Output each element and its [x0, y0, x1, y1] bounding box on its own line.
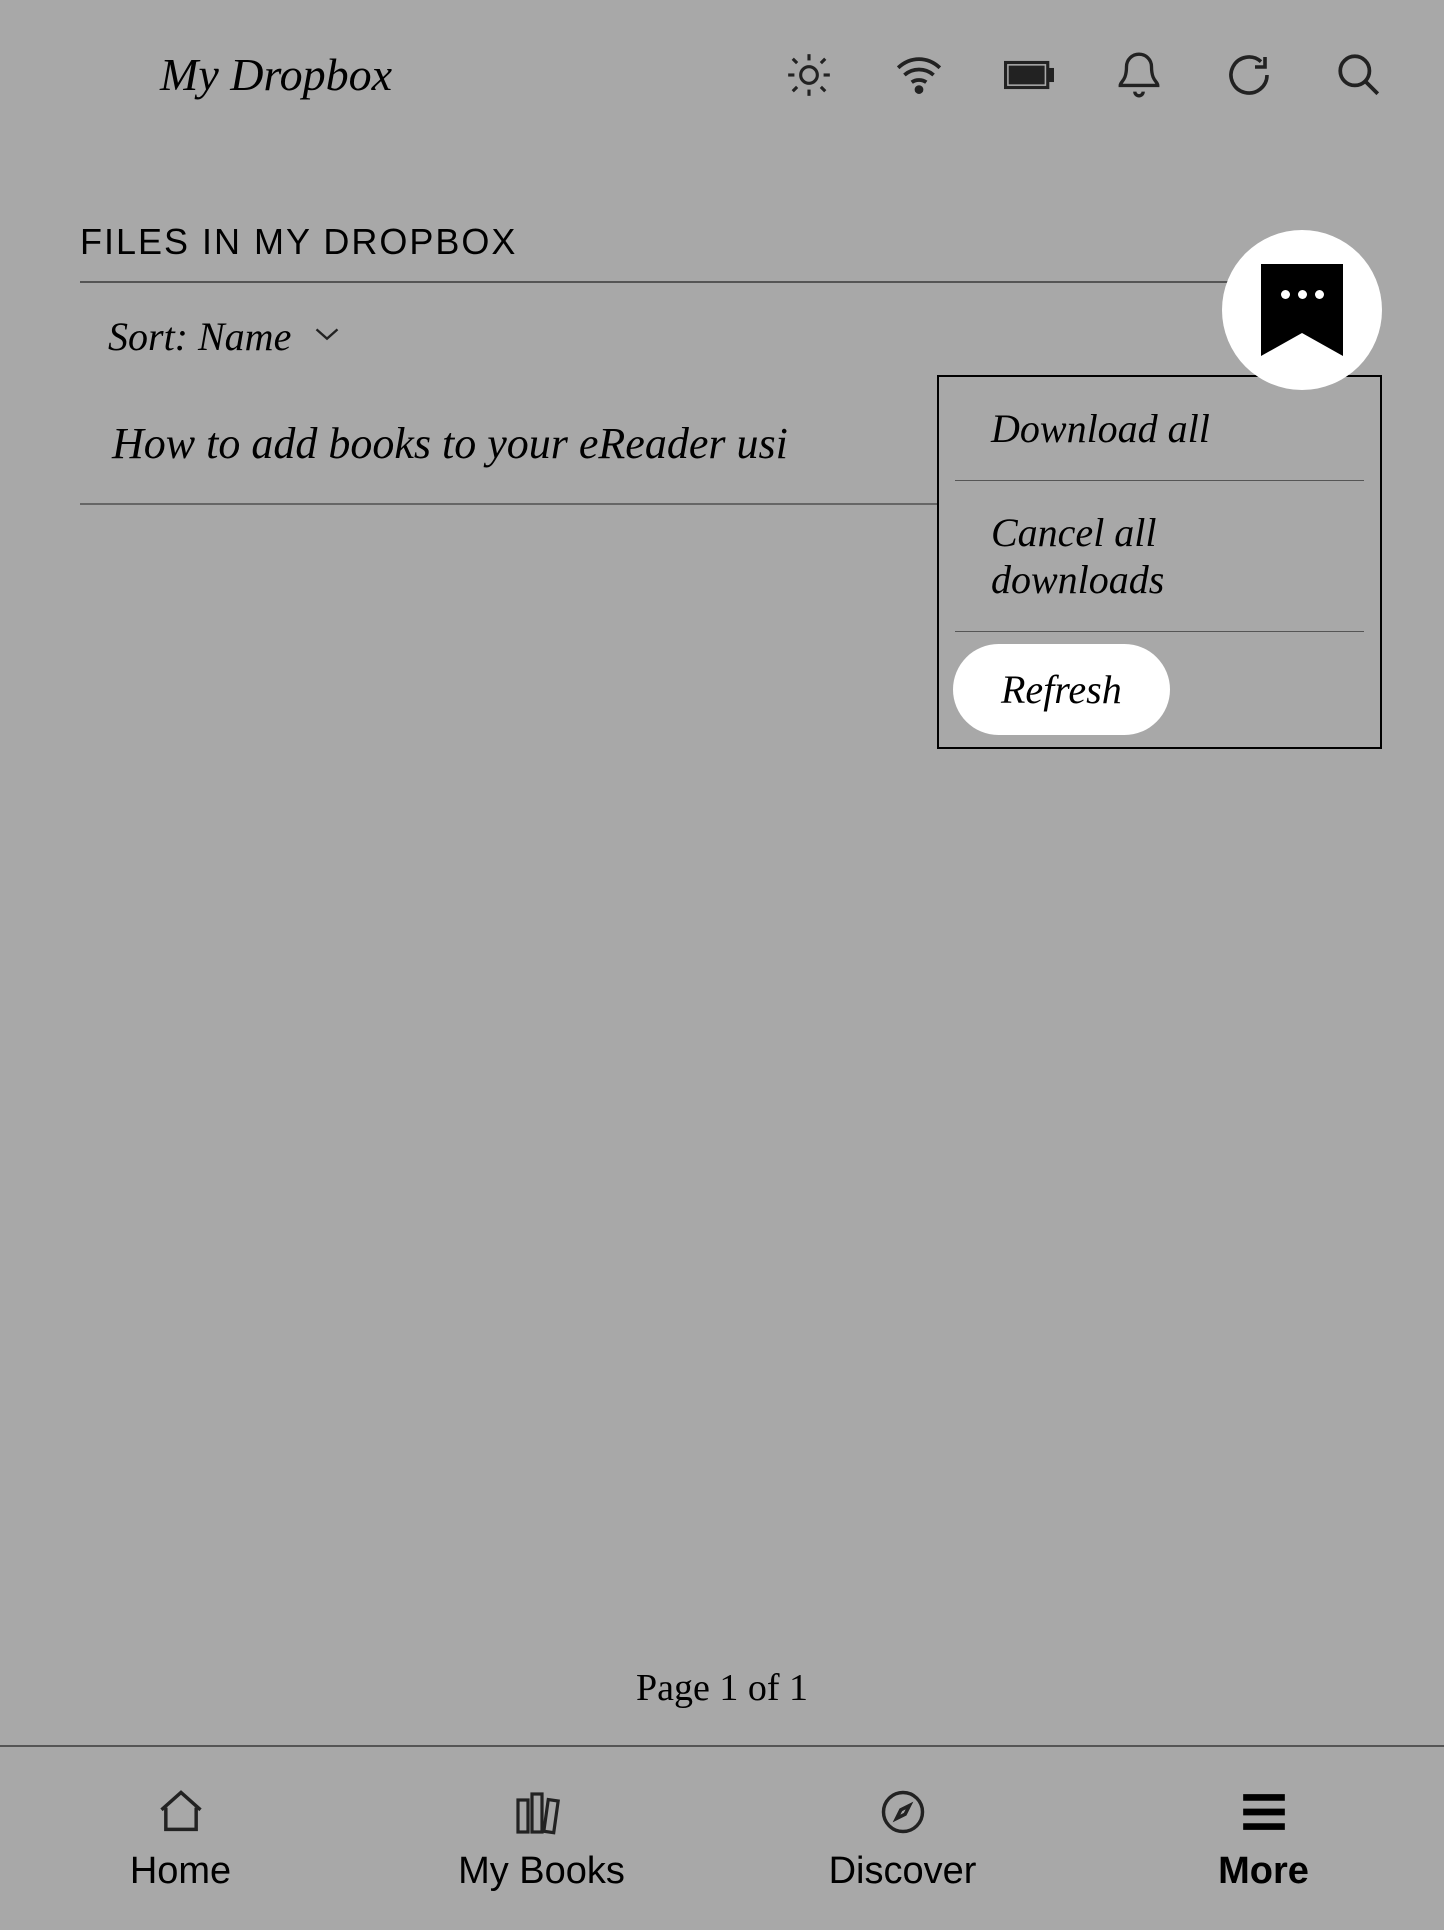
search-icon[interactable]: [1334, 50, 1384, 100]
pagination-label: Page 1 of 1: [0, 1666, 1444, 1710]
sync-icon[interactable]: [1224, 50, 1274, 100]
nav-home-label: Home: [130, 1850, 231, 1893]
section-heading: FILES IN MY DROPBOX: [80, 221, 1364, 283]
header: My Dropbox: [0, 0, 1444, 131]
menu-item-refresh[interactable]: Refresh: [953, 644, 1170, 735]
chevron-down-icon: [313, 325, 341, 348]
nav-more-label: More: [1218, 1850, 1309, 1893]
nav-more[interactable]: More: [1083, 1747, 1444, 1930]
bell-icon[interactable]: [1114, 50, 1164, 100]
nav-mybooks-label: My Books: [458, 1850, 625, 1893]
nav-mybooks[interactable]: My Books: [361, 1747, 722, 1930]
menu-icon: [1239, 1784, 1289, 1840]
home-icon: [155, 1784, 207, 1840]
books-icon: [514, 1784, 570, 1840]
battery-icon[interactable]: [1004, 50, 1054, 100]
more-actions-button[interactable]: [1222, 230, 1382, 390]
header-icons: [784, 50, 1384, 100]
actions-menu: Download all Cancel all downloads Refres…: [937, 375, 1382, 749]
sort-label: Sort: Name: [108, 313, 291, 360]
nav-discover[interactable]: Discover: [722, 1747, 1083, 1930]
wifi-icon[interactable]: [894, 50, 944, 100]
bottom-nav: Home My Books Discover More: [0, 1745, 1444, 1930]
brightness-icon[interactable]: [784, 50, 834, 100]
compass-icon: [877, 1784, 929, 1840]
bookmark-more-icon: [1261, 264, 1343, 356]
menu-item-download-all[interactable]: Download all: [955, 377, 1364, 481]
sort-dropdown[interactable]: Sort: Name: [80, 283, 1364, 388]
page-title: My Dropbox: [160, 48, 784, 101]
menu-item-cancel-all[interactable]: Cancel all downloads: [955, 481, 1364, 632]
nav-discover-label: Discover: [829, 1850, 977, 1893]
nav-home[interactable]: Home: [0, 1747, 361, 1930]
